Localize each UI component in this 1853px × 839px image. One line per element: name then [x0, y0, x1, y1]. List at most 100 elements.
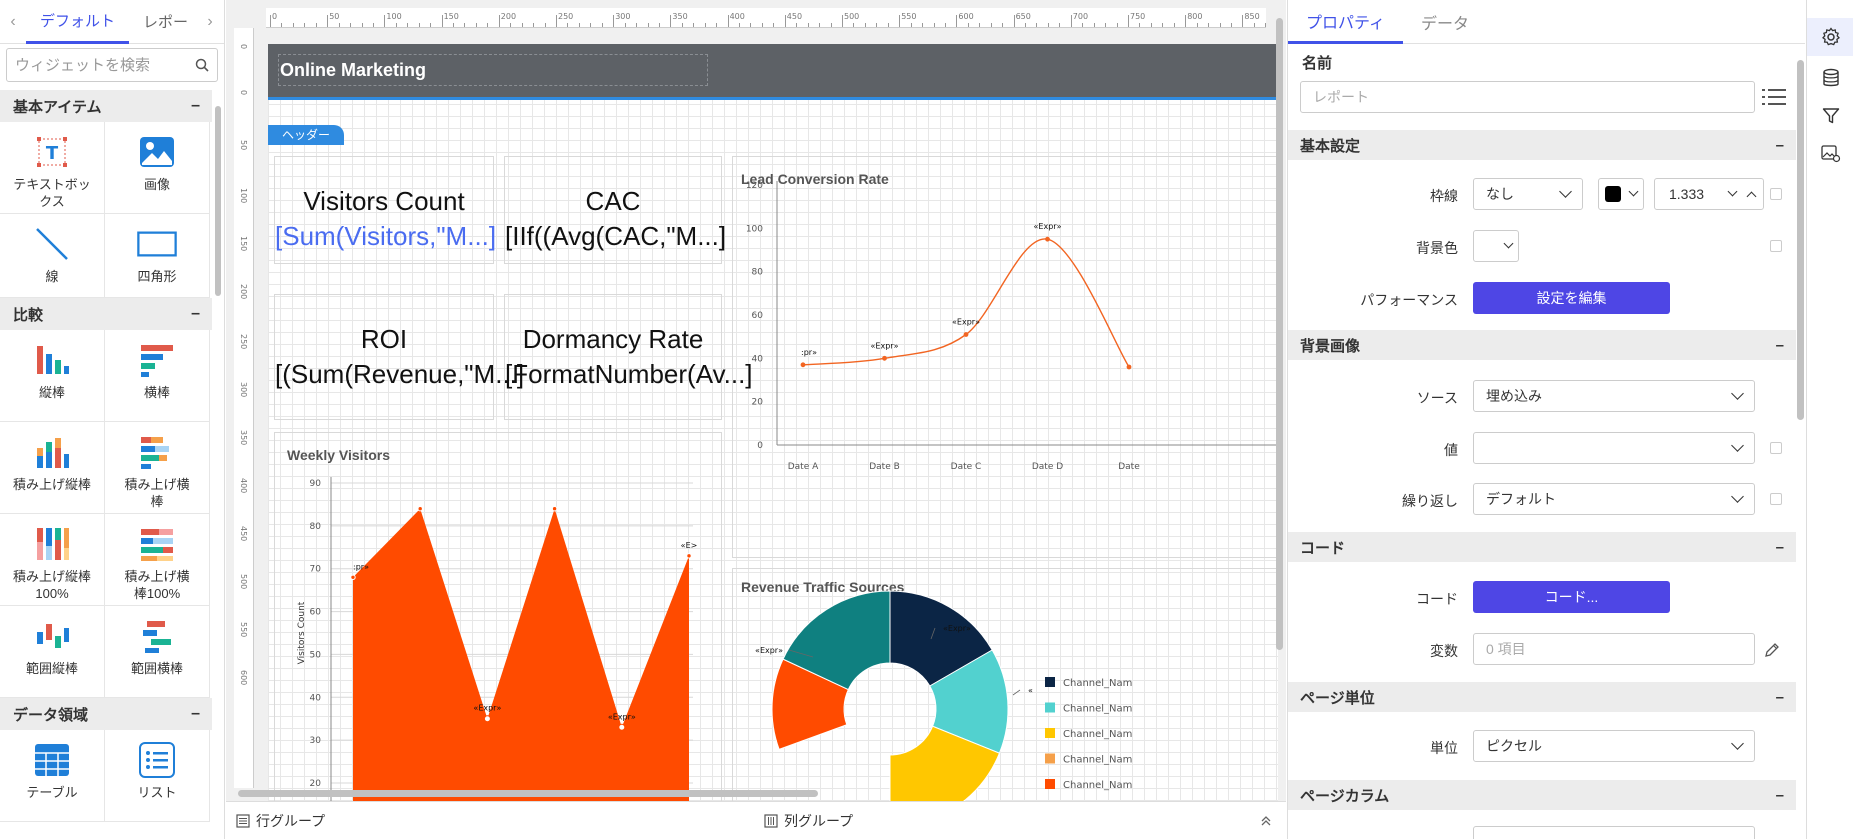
border-expression-checkbox[interactable]	[1770, 188, 1782, 200]
category-comparison[interactable]: 比較 –	[0, 298, 212, 330]
collapse-icon[interactable]: –	[1776, 137, 1784, 154]
value-select[interactable]	[1473, 432, 1755, 464]
variables-input[interactable]: 0 項目	[1473, 633, 1755, 665]
tab-properties[interactable]: プロパティ	[1288, 0, 1404, 44]
tab-report[interactable]: レポー	[129, 0, 202, 44]
repeat-expression-checkbox[interactable]	[1770, 493, 1782, 505]
border-style-select[interactable]: なし	[1473, 178, 1583, 210]
report-designer: ‹ デフォルト レポー › 基本アイテム – T テキストボックス 画像	[0, 0, 1853, 839]
border-color-select[interactable]	[1598, 178, 1644, 210]
widget-list-scrollbar[interactable]	[215, 92, 222, 837]
category-basic[interactable]: 基本アイテム –	[0, 90, 212, 122]
kpi-visitors-count[interactable]: Visitors Count [Sum(Visitors,"M...]	[274, 156, 496, 264]
chevron-down-icon[interactable]	[1727, 186, 1738, 197]
tab-default[interactable]: デフォルト	[26, 0, 130, 44]
legend-swatch	[1045, 728, 1055, 738]
collapse-icon[interactable]: –	[191, 97, 200, 115]
ruler-tick	[716, 23, 718, 27]
kpi-dormancy-rate[interactable]: Dormancy Rate [FormatNumber(Av...]	[504, 294, 753, 420]
ruler-tick-label: 700	[1072, 12, 1089, 21]
kpi-roi[interactable]: ROI [(Sum(Revenue,"M...]	[274, 294, 524, 420]
widget-search-input[interactable]	[15, 56, 195, 74]
source-value: 埋め込み	[1486, 388, 1542, 404]
tab-prev-arrow-icon[interactable]: ‹	[0, 0, 26, 44]
collapse-icon[interactable]: –	[1776, 337, 1784, 354]
widget-label: 画像	[143, 177, 170, 192]
revenue-traffic-chart[interactable]: Revenue Traffic Sources «Expr» «Expr» «Cha…	[732, 568, 1278, 804]
row-group-toggle[interactable]: 行グループ	[236, 811, 325, 831]
widget-stacked-column-100[interactable]: 積み上げ縦棒100%	[0, 514, 105, 606]
widget-table[interactable]: テーブル	[0, 730, 105, 822]
filter-toggle[interactable]	[1807, 97, 1853, 135]
collapse-icon[interactable]: –	[191, 305, 200, 323]
category-data-region[interactable]: データ領域 –	[0, 698, 212, 730]
edit-performance-button[interactable]: 設定を編集	[1473, 282, 1670, 314]
widget-rectangle[interactable]: 四角形	[105, 214, 210, 298]
expand-groups-button[interactable]	[1260, 815, 1272, 827]
properties-scrollbar[interactable]	[1797, 60, 1805, 839]
legend-swatch	[1045, 702, 1055, 713]
border-width-stepper[interactable]: 1.333	[1654, 178, 1764, 210]
ruler-tick	[453, 23, 455, 27]
canvas-vertical-scrollbar[interactable]	[1276, 8, 1284, 808]
widget-stacked-bar-100[interactable]: 積み上げ横棒100%	[105, 514, 210, 606]
section-page-column[interactable]: ページカラム –	[1288, 780, 1796, 810]
header-title: Online Marketing	[280, 60, 427, 80]
data-point	[417, 506, 423, 512]
collapse-icon[interactable]: –	[1776, 787, 1784, 804]
label-connector	[1012, 689, 1021, 696]
section-code[interactable]: コード –	[1288, 532, 1796, 562]
list-view-icon[interactable]	[1762, 88, 1786, 106]
search-icon[interactable]	[195, 58, 209, 72]
widget-line[interactable]: 線	[0, 214, 105, 298]
edit-code-button[interactable]: コード...	[1473, 581, 1670, 613]
widget-column[interactable]: 縦棒	[0, 330, 105, 422]
legend-label: Channel_Nam	[1063, 729, 1132, 740]
unit-select[interactable]: ピクセル	[1473, 730, 1755, 762]
collapse-icon[interactable]: –	[1776, 689, 1784, 706]
datasource-toggle[interactable]	[1807, 59, 1853, 97]
widget-stacked-bar[interactable]: 積み上げ横棒	[105, 422, 210, 514]
section-page-unit[interactable]: ページ単位 –	[1288, 682, 1796, 712]
bgcolor-select[interactable]	[1473, 230, 1519, 262]
page-column-input[interactable]	[1473, 826, 1755, 839]
widget-image[interactable]: 画像	[105, 122, 210, 214]
header-section-tag[interactable]: ヘッダー	[268, 125, 345, 145]
image-manager-toggle[interactable]	[1807, 135, 1853, 173]
properties-toggle[interactable]	[1807, 18, 1853, 56]
canvas-horizontal-scrollbar[interactable]	[232, 789, 1278, 797]
widget-stacked-column[interactable]: 積み上げ縦棒	[0, 422, 105, 514]
bgcolor-expression-checkbox[interactable]	[1770, 240, 1782, 252]
report-header[interactable]: Online Marketing	[268, 44, 1278, 100]
widget-textbox[interactable]: T テキストボックス	[0, 122, 105, 214]
ruler-tick	[967, 23, 969, 27]
column-group-toggle[interactable]: 列グループ	[764, 811, 853, 831]
ruler-tick	[670, 15, 672, 27]
value-expression-checkbox[interactable]	[1770, 442, 1782, 454]
repeat-select[interactable]: デフォルト	[1473, 483, 1755, 515]
ruler-tick-label: 400	[239, 478, 248, 494]
source-select[interactable]: 埋め込み	[1473, 380, 1755, 412]
weekly-visitors-chart[interactable]: Weekly Visitors 90 80 70 60 50 40 30 20 Visitors…	[274, 432, 722, 804]
collapse-icon[interactable]: –	[191, 705, 200, 723]
report-canvas[interactable]: Online Marketing ヘッダー Visitors Count [Su…	[268, 44, 1278, 804]
section-basic-settings[interactable]: 基本設定 –	[1288, 130, 1796, 160]
section-background-image[interactable]: 背景画像 –	[1288, 330, 1796, 360]
ruler-tick	[1070, 15, 1072, 27]
ruler-tick	[922, 23, 924, 27]
chevron-up-icon[interactable]	[1746, 191, 1757, 201]
ruler-tick	[1059, 23, 1061, 27]
data-label: «Expr»	[952, 318, 980, 327]
collapse-icon[interactable]: –	[1776, 539, 1784, 556]
widget-bar[interactable]: 横棒	[105, 330, 210, 422]
y-tick-label: 120	[746, 181, 763, 191]
widget-list[interactable]: リスト	[105, 730, 210, 822]
widget-range-bar[interactable]: 範囲横棒	[105, 606, 210, 698]
report-name-input[interactable]: レポート	[1300, 81, 1755, 113]
widget-range-column[interactable]: 範囲縦棒	[0, 606, 105, 698]
pencil-icon[interactable]	[1764, 642, 1780, 658]
tab-data[interactable]: データ	[1403, 0, 1487, 44]
lead-conversion-chart[interactable]: Lead Conversion Rate 120 100 80 60 40 20 0 Date…	[732, 156, 1278, 558]
tab-next-arrow-icon[interactable]: ›	[202, 0, 218, 44]
kpi-cac[interactable]: CAC [IIf((Avg(CAC,"M...]	[504, 156, 726, 264]
